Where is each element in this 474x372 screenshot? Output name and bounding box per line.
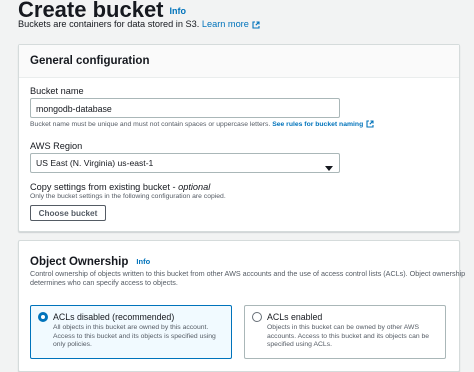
choose-bucket-button[interactable]: Choose bucket — [30, 205, 106, 221]
ownership-title-text: Object Ownership — [30, 256, 129, 268]
page-description: Buckets are containers for data stored i… — [18, 19, 260, 29]
bucket-name-field[interactable] — [30, 98, 340, 118]
caret-down-icon — [325, 159, 333, 177]
ownership-description-line: determines who can specify access to obj… — [30, 278, 178, 287]
bucket-name-label: Bucket name — [30, 86, 84, 96]
general-configuration-panel: General configuration Bucket name Bucket… — [18, 44, 460, 232]
acls-disabled-tile[interactable]: ACLs disabled (recommended) All objects … — [30, 305, 232, 359]
acls-enabled-description: Objects in this bucket can be owned by o… — [267, 324, 429, 350]
object-ownership-panel: Object Ownership Info Control ownership o… — [18, 240, 465, 372]
learn-more-link[interactable]: Learn more — [202, 19, 249, 29]
acls-disabled-title: ACLs disabled (recommended) — [53, 312, 175, 322]
acls-disabled-radio[interactable] — [38, 312, 48, 322]
tile-description-line: Objects in this bucket can be owned by o… — [267, 324, 420, 331]
ownership-title: Object Ownership Info — [30, 256, 150, 268]
bucket-name-hint-text: Bucket name must be unique and must not … — [30, 120, 271, 128]
external-link-icon — [366, 120, 374, 128]
bucket-naming-rules-link[interactable]: See rules for bucket naming — [272, 121, 363, 128]
ownership-info-link[interactable]: Info — [136, 257, 150, 266]
panel-header: General configuration — [19, 45, 459, 78]
tile-description-line: specified using ACLs. — [267, 341, 332, 349]
acls-enabled-title: ACLs enabled — [267, 312, 323, 322]
optional-label: optional — [178, 182, 211, 192]
acls-disabled-description: All objects in this bucket are owned by … — [53, 324, 216, 350]
info-link[interactable]: Info — [170, 6, 187, 16]
copy-settings-label: Copy settings from existing bucket - opt… — [30, 182, 210, 192]
acls-enabled-radio[interactable] — [252, 312, 262, 322]
copy-settings-label-text: Copy settings from existing bucket - — [30, 182, 179, 192]
tile-description-line: only policies. — [53, 341, 92, 349]
ownership-description-line: Control ownership of objects written to … — [30, 269, 466, 278]
aws-region-value: US East (N. Virginia) us-east-1 — [36, 158, 154, 168]
aws-region-label: AWS Region — [30, 141, 83, 151]
bucket-name-hint: Bucket name must be unique and must not … — [30, 120, 374, 128]
ownership-description: Control ownership of objects written to … — [30, 269, 465, 287]
tile-description-line: accounts. Access to this bucket and its … — [267, 332, 430, 340]
aws-region-select[interactable]: US East (N. Virginia) us-east-1 — [30, 153, 340, 173]
page-description-text: Buckets are containers for data stored i… — [18, 19, 200, 29]
tile-description-line: Access to this bucket and its objects is… — [53, 332, 216, 340]
external-link-icon — [252, 21, 260, 29]
panel-title: General configuration — [30, 55, 150, 67]
acls-enabled-tile[interactable]: ACLs enabled Objects in this bucket can … — [244, 305, 446, 359]
tile-description-line: All objects in this bucket are owned by … — [53, 324, 209, 331]
bucket-name-input[interactable] — [31, 100, 339, 118]
copy-settings-hint: Only the bucket settings in the followin… — [30, 193, 226, 200]
